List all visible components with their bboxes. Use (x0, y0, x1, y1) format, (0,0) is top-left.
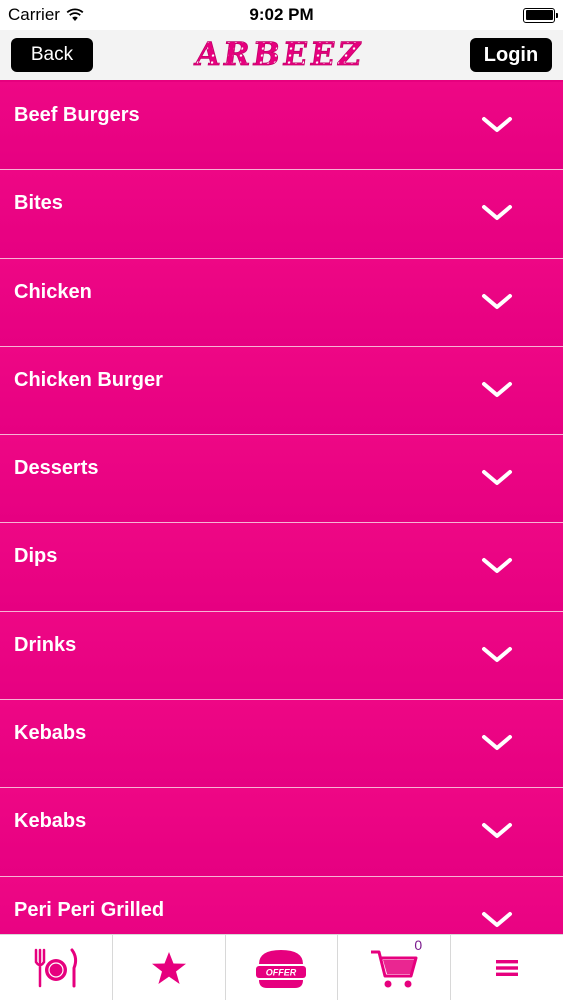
category-row[interactable]: Chicken Burger (0, 346, 563, 436)
category-row[interactable]: Chicken (0, 258, 563, 347)
chevron-down-icon[interactable] (480, 820, 514, 842)
chevron-down-icon[interactable] (480, 732, 514, 754)
chevron-down-icon[interactable] (480, 909, 514, 931)
cart-icon (371, 950, 418, 987)
category-label: Kebabs (14, 722, 87, 745)
status-time: 9:02 PM (249, 5, 314, 24)
category-row[interactable]: Beef Burgers (0, 82, 563, 171)
category-row[interactable]: Bites (0, 170, 563, 259)
category-row[interactable]: Kebabs (0, 700, 563, 789)
status-left: Carrier (8, 5, 84, 25)
tab-offers[interactable]: OFFER (226, 935, 339, 1000)
category-label: Kebabs (14, 810, 87, 833)
chevron-down-icon[interactable] (480, 114, 514, 136)
category-label: Chicken (14, 280, 92, 303)
offer-burger-icon: OFFER (256, 949, 307, 988)
tab-favourites[interactable] (113, 935, 226, 1000)
login-button[interactable]: Login (470, 38, 552, 72)
category-row[interactable]: Dips (0, 523, 563, 612)
category-label: Dips (14, 545, 58, 568)
chevron-down-icon[interactable] (480, 555, 514, 577)
category-row[interactable]: Kebabs (0, 788, 563, 877)
chevron-down-icon[interactable] (480, 467, 514, 489)
category-label: Peri Peri Grilled (14, 898, 165, 921)
cart-count: 0 (414, 937, 423, 953)
category-label: Bites (14, 192, 63, 215)
arbeez-logo: ARBEEZ (191, 38, 367, 72)
chevron-down-icon[interactable] (480, 379, 514, 401)
back-button[interactable]: Back (11, 38, 93, 72)
star-icon (151, 951, 186, 984)
nav-header: Back ARBEEZ Login (0, 30, 563, 82)
category-list: Beef Burgers Bites Chicken Chicken Burge… (0, 82, 563, 934)
hamburger-menu-icon (496, 959, 519, 976)
chevron-down-icon[interactable] (480, 291, 514, 313)
category-label: Drinks (14, 633, 77, 656)
category-row[interactable]: Peri Peri Grilled (0, 876, 563, 934)
wifi-icon (66, 8, 84, 21)
carrier-label: Carrier (8, 5, 60, 24)
category-label: Desserts (14, 457, 99, 480)
battery-icon (523, 7, 558, 23)
category-row[interactable]: Drinks (0, 611, 563, 701)
tab-more[interactable] (451, 935, 563, 1000)
chevron-down-icon[interactable] (480, 644, 514, 666)
chevron-down-icon[interactable] (480, 202, 514, 224)
tab-menu[interactable] (0, 935, 113, 1000)
offer-badge-text: OFFER (266, 967, 297, 977)
logo-text: ARBEEZ (191, 38, 366, 72)
category-label: Chicken Burger (14, 368, 163, 391)
plate-cutlery-icon (34, 948, 77, 987)
category-row[interactable]: Desserts (0, 435, 563, 524)
status-bar: Carrier 9:02 PM (0, 0, 563, 30)
tab-cart[interactable]: 0 (338, 935, 452, 1000)
tab-bar: OFFER 0 (0, 934, 563, 1000)
category-label: Beef Burgers (14, 104, 140, 126)
